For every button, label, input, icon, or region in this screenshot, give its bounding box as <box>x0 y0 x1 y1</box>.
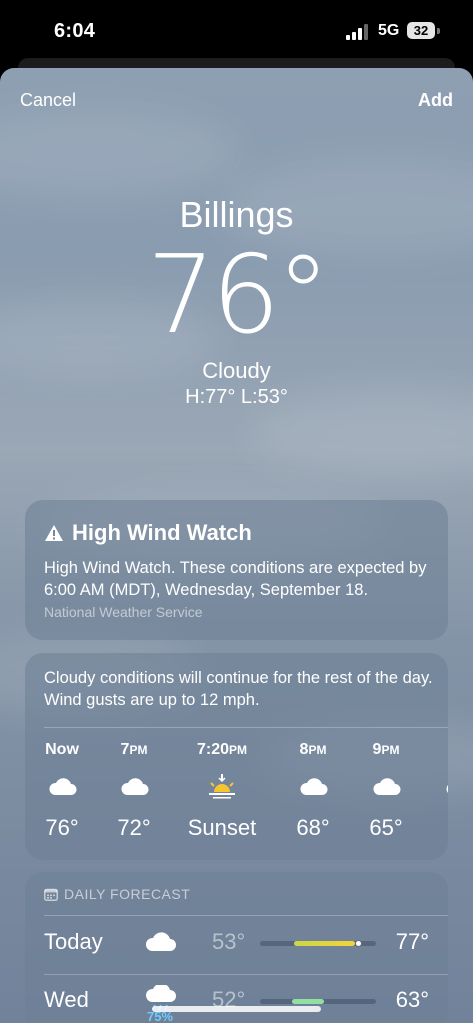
divider <box>44 727 448 728</box>
current-temperature: 76° <box>146 233 330 358</box>
cellular-signal-icon <box>346 24 372 40</box>
hour-temp: 65° <box>369 815 403 840</box>
add-location-sheet: Cancel Add Billings 76° Cloudy H:77° L:5… <box>0 68 473 1023</box>
status-bar: 6:04 5G 32 <box>0 0 473 62</box>
warning-icon <box>45 525 63 541</box>
hour-time: Now <box>45 741 79 758</box>
city-name: Billings <box>179 194 294 235</box>
hourly-summary: Cloudy conditions will continue for the … <box>44 669 433 709</box>
hour-temp: 6 <box>419 815 448 841</box>
cloud-icon <box>94 769 174 803</box>
day-low-temp: 53° <box>212 929 246 954</box>
status-time: 6:04 <box>54 20 96 42</box>
temperature-range-fill <box>292 999 324 1004</box>
hour-time: 7:20PM <box>196 741 248 758</box>
hour-time: 7PM <box>120 741 148 758</box>
day-high-temp: 63° <box>395 987 429 1012</box>
day-high-temp: 77° <box>395 929 429 954</box>
daily-forecast-card[interactable]: DAILY FORECAST Today 53° 77° Wed 75% 52°… <box>25 872 448 1023</box>
daily-forecast-header-text: DAILY FORECAST <box>64 886 191 902</box>
high-low-temperature: H:77° L:53° <box>185 386 288 408</box>
temperature-range-bar <box>260 940 376 947</box>
cloud-icon <box>419 769 448 803</box>
hour-item: 8PM 68° <box>273 741 353 841</box>
network-type: 5G <box>378 22 400 39</box>
hour-item: 7PM 72° <box>94 741 174 841</box>
sunset-icon <box>172 769 272 803</box>
cloud-icon <box>273 769 353 803</box>
weather-alert-card[interactable]: High Wind Watch High Wind Watch. These c… <box>25 500 448 640</box>
hour-item: 9PM 65° <box>346 741 426 841</box>
alert-body: High Wind Watch. These conditions are ex… <box>44 559 427 599</box>
cancel-button[interactable]: Cancel <box>20 90 76 111</box>
hour-temp: 68° <box>296 815 330 840</box>
battery-nub <box>437 28 440 34</box>
alert-title-text: High Wind Watch <box>72 520 252 545</box>
day-name: Wed <box>44 987 89 1012</box>
daily-row[interactable]: Today 53° 77° <box>25 917 448 973</box>
hour-item: Now 76° <box>25 741 102 841</box>
cloud-icon <box>346 769 426 803</box>
cloud-icon <box>25 769 102 803</box>
current-temperature-dot <box>355 940 363 947</box>
calendar-icon <box>44 888 58 901</box>
add-button[interactable]: Add <box>418 90 453 111</box>
day-name: Today <box>44 929 103 954</box>
hour-temp: 72° <box>117 815 151 840</box>
alert-source: National Weather Service <box>44 604 203 620</box>
temperature-range-fill <box>293 941 356 946</box>
temperature-range-bar <box>260 999 376 1004</box>
daily-forecast-header: DAILY FORECAST <box>44 886 190 902</box>
hour-item: 1 6 <box>419 741 448 841</box>
cloud-icon <box>145 932 176 951</box>
daily-row[interactable]: Wed 75% 52° 63° <box>25 975 448 1023</box>
alert-title: High Wind Watch <box>44 520 252 546</box>
hour-item: 7:20PM Sunset <box>172 741 272 841</box>
current-condition: Cloudy <box>202 358 271 383</box>
hour-time: 1 <box>419 741 448 763</box>
divider <box>44 915 448 916</box>
hour-temp: 76° <box>45 815 79 840</box>
hour-temp: Sunset <box>187 815 257 840</box>
home-indicator[interactable] <box>152 1006 321 1012</box>
hour-time: 8PM <box>299 741 327 758</box>
hourly-forecast-card[interactable]: Cloudy conditions will continue for the … <box>25 653 448 860</box>
battery-icon: 32 <box>407 22 435 39</box>
hour-time: 9PM <box>372 741 400 758</box>
